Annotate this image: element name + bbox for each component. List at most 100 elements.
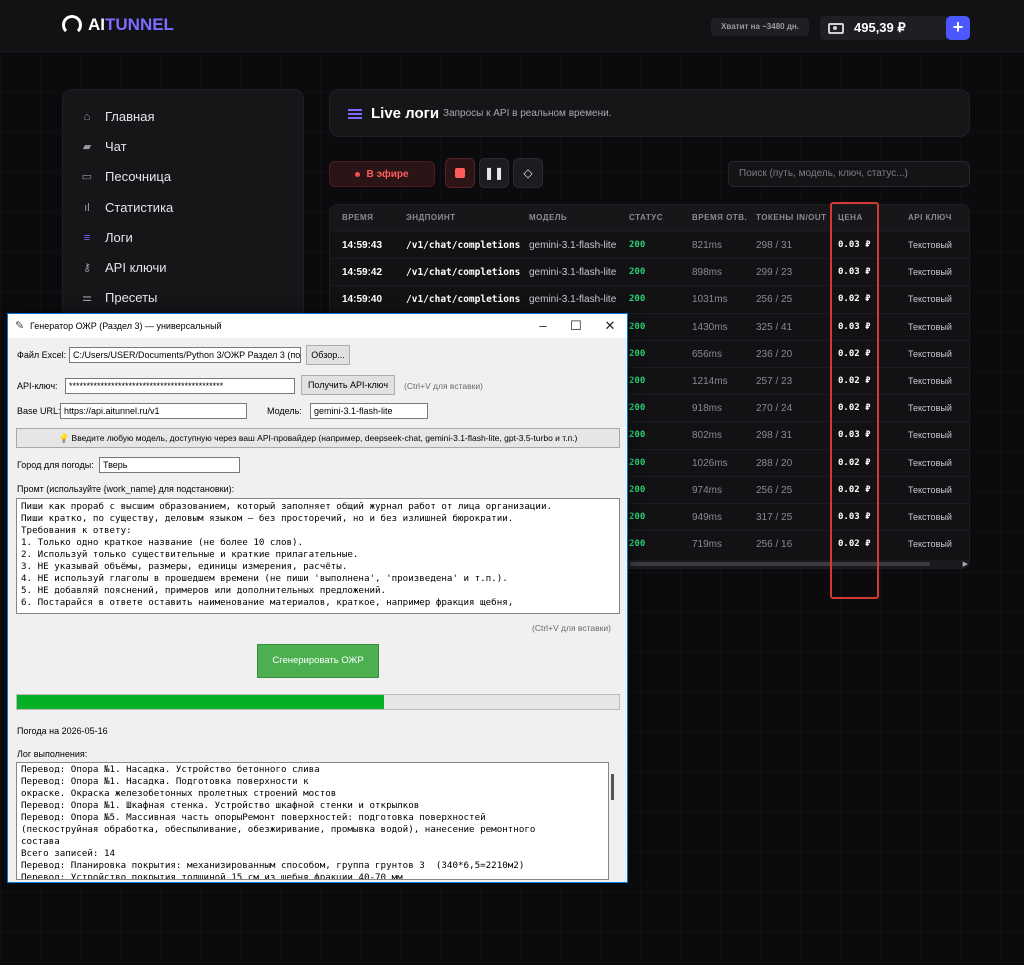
sidebar-item-presets[interactable]: ⚌ Пресеты [81,290,157,305]
log-scrollbar[interactable] [611,774,614,800]
minimize-button[interactable]: – [526,314,560,338]
table-cell-st: 200 [629,321,646,332]
stop-button[interactable] [445,158,475,188]
log-line: окраске. Окраска железобетонных пролетны… [21,788,337,799]
table-cell-ep: /v1/chat/completions [406,294,521,306]
table-cell-tok: 288 / 20 [756,457,793,469]
top-up-button[interactable]: + [946,16,970,40]
log-line: Перевод: Опора №1. Шкафная стенка. Устро… [21,800,420,811]
model-field[interactable]: gemini-3.1-flash-lite [310,403,428,419]
table-cell-rt: 802ms [692,430,723,442]
table-cell-rt: 898ms [692,267,723,279]
table-cell-tok: 256 / 25 [756,484,793,496]
logo[interactable]: AITUNNEL [62,15,174,35]
table-cell-st: 200 [629,376,646,386]
maximize-button[interactable]: ☐ [559,314,593,338]
paste-hint: (Ctrl+V для вставки) [532,623,611,633]
city-field[interactable]: Тверь [99,457,240,473]
prompt-line: 4. НЕ используй глаголы в прошедшем врем… [21,573,508,584]
table-cell-ep: /v1/chat/completions [406,267,521,279]
log-label: Лог выполнения: [17,749,88,759]
log-line: (пескоструйная обработка, обеспыливание,… [21,824,536,835]
prompt-line: 6. Постарайся в ответе оставить наименов… [21,597,514,608]
generator-window: ✎ Генератор ОЖР (Раздел 3) — универсальн… [7,313,628,883]
sidebar-item-sandbox[interactable]: ▭ Песочница [81,169,171,184]
base-url-field[interactable]: https://api.aitunnel.ru/v1 [60,403,247,419]
sliders-icon: ⚌ [82,291,92,304]
sidebar-item-home[interactable]: ⌂ Главная [81,109,155,124]
table-cell-ep: /v1/chat/completions [406,240,521,251]
sidebar-item-api-keys[interactable]: ⚷ API ключи [81,260,167,275]
chat-icon: ▰ [82,140,92,153]
prompt-line: 2. Используй только существительные и кр… [21,549,359,560]
pause-button[interactable]: ❚❚ [479,158,509,188]
browse-button[interactable]: Обзор... [306,345,350,365]
table-cell-key: Текстовый [908,539,952,550]
column-header: ЭНДПОИНТ [406,213,456,222]
table-cell-st: 200 [629,457,646,468]
excel-path-field[interactable]: C:/Users/USER/Documents/Python 3/ОЖР Раз… [69,347,301,363]
window-titlebar[interactable]: ✎ Генератор ОЖР (Раздел 3) — универсальн… [8,314,627,338]
clear-button[interactable]: ◇ [513,158,543,188]
sidebar-item-label: Чат [105,139,127,154]
log-line: Перевод: Устройство покрытия толщиной 15… [21,872,403,880]
pause-icon: ❚❚ [483,166,505,180]
column-header: API КЛЮЧ [908,213,952,222]
excel-label: Файл Excel: [17,350,67,360]
prompt-line: Пиши как прораб с высшим образованием, к… [21,501,553,512]
table-cell-rt: 719ms [692,539,723,551]
table-cell-key: Текстовый [908,512,952,522]
table-cell-tok: 270 / 24 [756,403,793,415]
column-header: ВРЕМЯ [342,213,374,222]
sidebar: ⌂ Главная ▰ Чат ▭ Песочница ıl Статистика ≡ Л… [62,89,304,329]
balance-display[interactable]: 495,39 ₽ [820,16,950,40]
table-cell-tok: 325 / 41 [756,321,793,333]
generate-button[interactable]: Сгенерировать ОЖР [257,644,379,678]
close-button[interactable]: ✕ [593,314,627,338]
table-cell-key: Текстовый [908,403,952,414]
progress-bar [16,694,620,710]
scroll-right-icon[interactable]: ▶ [963,560,968,568]
prompt-label: Промт (используйте {work_name} для подст… [17,484,235,494]
search-input[interactable]: Поиск (путь, модель, ключ, статус...) [728,161,970,187]
sidebar-item-chat[interactable]: ▰ Чат [81,139,127,154]
table-cell-key: Текстовый [908,376,952,386]
table-cell-st: 200 [629,484,646,495]
table-cell-st: 200 [629,267,646,278]
logo-ai-text: AI [88,15,105,34]
model-label: Модель: [267,406,302,416]
table-cell-rt: 821ms [692,240,723,251]
prompt-line: Пиши кратко, по существу, деловым языком… [21,513,514,524]
weather-label: Погода на 2026-05-16 [17,726,108,736]
table-cell-model: gemini-3.1-flash-lite [529,294,617,306]
log-line: Перевод: Опора №1. Насадка. Устройство б… [21,764,320,775]
log-line: состава [21,836,60,847]
table-cell-key: Текстовый [908,240,952,250]
sidebar-item-logs[interactable]: ≡ Логи [81,230,133,245]
balance-value: 495,39 ₽ [854,20,906,35]
prompt-line: Требования к ответу: [21,525,132,536]
column-header: ВРЕМЯ ОТВ. [692,213,748,222]
prompt-textarea[interactable]: Пиши как прораб с высшим образованием, к… [16,498,620,614]
live-status-badge[interactable]: В эфире [329,161,435,187]
sidebar-item-label: API ключи [105,260,167,275]
scrollbar-thumb[interactable] [630,562,930,566]
log-textarea[interactable]: Перевод: Опора №1. Насадка. Устройство б… [16,762,609,880]
sidebar-item-stats[interactable]: ıl Статистика [81,200,173,215]
table-cell-key: Текстовый [908,484,952,495]
live-dot-icon [355,171,361,177]
live-status-label: В эфире [366,168,409,180]
column-header: ТОКЕНЫ IN/OUT [756,213,827,222]
logs-header: Live логи Запросы к API в реальном време… [329,89,970,137]
bar-chart-icon: ıl [84,201,90,214]
eraser-icon: ◇ [523,166,533,180]
sidebar-item-label: Логи [105,230,133,245]
column-header: МОДЕЛЬ [529,213,568,222]
base-url-label: Base URL: [17,406,61,416]
table-cell-key: Текстовый [908,430,952,441]
api-key-field[interactable]: ****************************************… [65,378,295,394]
table-cell-key: Текстовый [908,267,952,278]
progress-fill [17,695,385,709]
get-api-key-button[interactable]: Получить API-ключ [301,375,395,395]
cash-icon [828,22,844,34]
